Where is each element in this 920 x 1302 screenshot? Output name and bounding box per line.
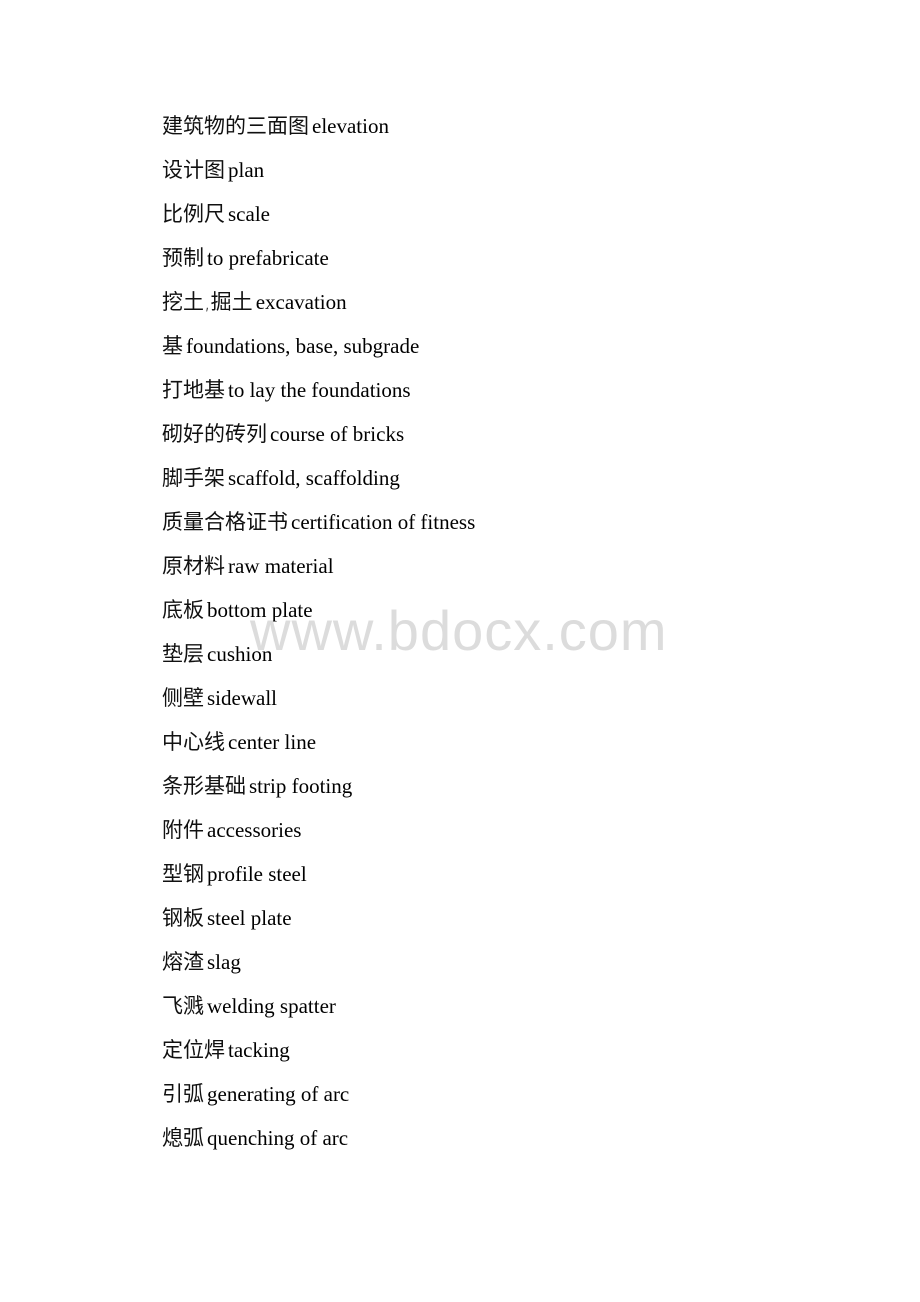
english-term: slag [207,950,241,974]
glossary-entry: 钢板 steel plate [162,900,475,944]
english-term: scale [228,202,270,226]
english-term: course of bricks [270,422,405,446]
glossary-entry: 条形基础 strip footing [162,768,475,812]
chinese-term: 质量合格证书 [162,510,288,534]
chinese-term: 建筑物的三面图 [162,114,309,138]
chinese-term: 原材料 [162,554,225,578]
glossary-entry: 附件 accessories [162,812,475,856]
english-term: raw material [228,554,334,578]
glossary-entry: 垫层 cushion [162,636,475,680]
chinese-term: 底板 [162,598,204,622]
english-term: steel plate [207,906,292,930]
glossary-entry: 原材料 raw material [162,548,475,592]
glossary-entry: 预制 to prefabricate [162,240,475,284]
document-page: 建筑物的三面图 elevation 设计图 plan 比例尺 scale 预制 to p… [0,0,920,1302]
chinese-term: 设计图 [162,158,225,182]
chinese-term: 引弧 [162,1082,204,1106]
chinese-term: 脚手架 [162,466,225,490]
english-term: certification of fitness [291,510,476,534]
english-term: elevation [312,114,389,138]
glossary-entry: 中心线 center line [162,724,475,768]
chinese-term: 条形基础 [162,774,246,798]
english-term: excavation [255,290,347,314]
english-term: accessories [207,818,302,842]
glossary-entry: 脚手架 scaffold, scaffolding [162,460,475,504]
english-term: bottom plate [207,598,313,622]
chinese-term: 预制 [162,246,204,270]
english-term: center line [228,730,317,754]
glossary-list: 建筑物的三面图 elevation 设计图 plan 比例尺 scale 预制 to p… [162,108,475,1164]
glossary-entry: 设计图 plan [162,152,475,196]
english-term: scaffold, scaffolding [228,466,400,490]
chinese-term: 定位焊 [162,1038,225,1062]
glossary-entry: 建筑物的三面图 elevation [162,108,475,152]
glossary-entry: 熔渣 slag [162,944,475,988]
chinese-term: 中心线 [162,730,225,754]
english-term: welding spatter [207,994,336,1018]
chinese-term: 打地基 [162,378,225,402]
glossary-entry: 挖土,掘土 excavation [162,284,475,328]
chinese-term: 熄弧 [162,1126,204,1150]
chinese-term: 附件 [162,818,204,842]
chinese-term: 砌好的砖列 [162,422,267,446]
glossary-entry: 质量合格证书 certification of fitness [162,504,475,548]
chinese-term: 飞溅 [162,994,204,1018]
english-term: profile steel [207,862,307,886]
english-term: tacking [228,1038,290,1062]
english-term: to lay the foundations [228,378,411,402]
glossary-entry: 比例尺 scale [162,196,475,240]
english-term: foundations, base, subgrade [186,334,420,358]
english-term: to prefabricate [207,246,329,270]
english-term: quenching of arc [207,1126,349,1150]
glossary-entry: 熄弧 quenching of arc [162,1120,475,1164]
glossary-entry: 飞溅 welding spatter [162,988,475,1032]
english-term: strip footing [249,774,353,798]
glossary-entry: 型钢 profile steel [162,856,475,900]
chinese-term: 熔渣 [162,950,204,974]
glossary-entry: 基 foundations, base, subgrade [162,328,475,372]
glossary-entry: 定位焊 tacking [162,1032,475,1076]
glossary-entry: 砌好的砖列 course of bricks [162,416,475,460]
glossary-entry: 打地基 to lay the foundations [162,372,475,416]
chinese-term: 型钢 [162,862,204,886]
glossary-entry: 底板 bottom plate [162,592,475,636]
chinese-term: 挖土,掘土 [162,290,253,314]
chinese-term: 比例尺 [162,202,225,226]
english-term: sidewall [207,686,277,710]
chinese-term: 钢板 [162,906,204,930]
glossary-entry: 引弧 generating of arc [162,1076,475,1120]
english-term: cushion [207,642,273,666]
chinese-term: 基 [162,334,183,358]
chinese-term: 垫层 [162,642,204,666]
english-term: plan [228,158,265,182]
glossary-entry: 侧壁 sidewall [162,680,475,724]
english-term: generating of arc [207,1082,350,1106]
chinese-term: 侧壁 [162,686,204,710]
